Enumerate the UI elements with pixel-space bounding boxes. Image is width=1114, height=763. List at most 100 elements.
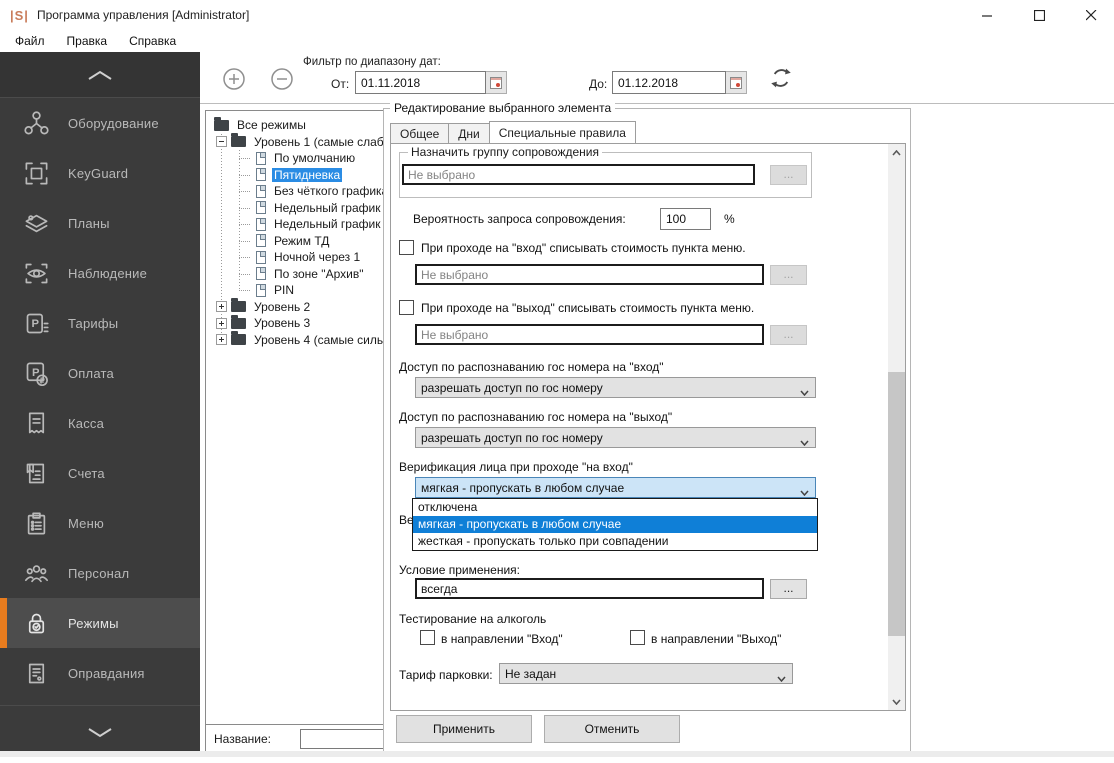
face-in-label: Верификация лица при проходе "на вход" (399, 460, 633, 474)
selected-accent-bar (0, 598, 7, 648)
menu-help[interactable]: Справка (122, 32, 183, 50)
document-icon (22, 659, 50, 687)
sidebar-item-surveillance[interactable]: Наблюдение (0, 248, 200, 298)
condition-input[interactable] (415, 578, 764, 599)
face-in-select[interactable]: мягкая - пропускать в любом случае (415, 477, 816, 498)
date-filter-label: Фильтр по диапазону дат: (303, 56, 441, 68)
entry-menu-checkbox[interactable] (399, 240, 414, 255)
sidebar-item-invoices[interactable]: Счета (0, 448, 200, 498)
sidebar-item-label: Наблюдение (68, 265, 148, 281)
menu-file[interactable]: Файл (8, 32, 52, 50)
folder-icon (231, 298, 246, 313)
sidebar-item-menu[interactable]: Меню (0, 498, 200, 548)
sidebar-scroll-down[interactable] (0, 705, 200, 757)
parking-label: Тариф парковки: (399, 668, 493, 682)
sidebar-item-label: KeyGuard (68, 165, 129, 181)
zoom-out-button[interactable] (270, 67, 294, 91)
date-from-label: От: (331, 77, 350, 91)
sidebar-item-plans[interactable]: Планы (0, 198, 200, 248)
sidebar-item-cashdesk[interactable]: Касса (0, 398, 200, 448)
exit-menu-more-button[interactable]: ... (770, 325, 807, 345)
sidebar: Оборудование KeyGuard Планы Наблюдение P… (0, 52, 200, 757)
folder-icon (231, 133, 246, 148)
probability-input[interactable] (660, 208, 711, 230)
sidebar-item-excuses[interactable]: Оправдания (0, 648, 200, 698)
page-icon (256, 267, 266, 281)
exit-menu-input[interactable] (415, 324, 764, 345)
sidebar-item-tariffs[interactable]: P Тарифы (0, 298, 200, 348)
exit-menu-checkbox[interactable] (399, 300, 414, 315)
date-to-input[interactable] (612, 71, 726, 94)
escort-group-more-button[interactable]: ... (770, 165, 807, 185)
collapse-icon[interactable] (216, 136, 227, 148)
sidebar-item-keyguard[interactable]: KeyGuard (0, 148, 200, 198)
parking-select[interactable]: Не задан (499, 663, 793, 684)
refresh-icon (771, 68, 791, 88)
date-to-calendar-button[interactable] (726, 71, 747, 94)
entry-menu-input[interactable] (415, 264, 764, 285)
date-from-input[interactable] (355, 71, 486, 94)
close-button[interactable] (1080, 4, 1102, 26)
minimize-button[interactable] (976, 4, 998, 26)
entry-menu-more-button[interactable]: ... (770, 265, 807, 285)
condition-label: Условие применения: (399, 563, 520, 577)
scroll-down-arrow[interactable] (888, 693, 905, 710)
page-icon (256, 184, 266, 198)
editor-panel: Редактирование выбранного элемента Общее… (383, 101, 911, 754)
sidebar-item-label: Режимы (68, 615, 119, 631)
maximize-button[interactable] (1028, 4, 1050, 26)
plate-out-select[interactable]: разрешать доступ по гос номеру (415, 427, 816, 448)
sidebar-scroll-up[interactable] (0, 52, 200, 98)
sidebar-item-staff[interactable]: Персонал (0, 548, 200, 598)
sidebar-item-label: Планы (68, 215, 110, 231)
page-icon (256, 168, 266, 182)
calendar-icon (730, 76, 742, 89)
plate-in-select[interactable]: разрешать доступ по гос номеру (415, 377, 816, 398)
page-icon (256, 234, 266, 248)
expand-icon[interactable] (216, 301, 227, 313)
alcohol-in-checkbox[interactable] (420, 630, 435, 645)
sidebar-item-label: Оправдания (68, 665, 145, 681)
minus-circle-icon (271, 68, 293, 90)
alcohol-in-label: в направлении "Вход" (441, 632, 563, 646)
apply-button[interactable]: Применить (396, 715, 532, 743)
sidebar-item-label: Персонал (68, 565, 130, 581)
tariff-icon: P (22, 309, 50, 337)
date-from-calendar-button[interactable] (486, 71, 507, 94)
sidebar-item-label: Касса (68, 415, 105, 431)
zoom-in-button[interactable] (222, 67, 246, 91)
dropdown-option[interactable]: отключена (413, 499, 817, 516)
tab-special-rules[interactable]: Специальные правила (488, 121, 636, 143)
sidebar-item-label: Тарифы (68, 315, 119, 331)
escort-group-input[interactable] (402, 164, 755, 185)
exit-menu-label: При проходе на "выход" списывать стоимос… (421, 301, 755, 315)
tab-general[interactable]: Общее (390, 123, 450, 143)
refresh-button[interactable] (768, 65, 794, 91)
alcohol-out-label: в направлении "Выход" (651, 632, 782, 646)
expand-icon[interactable] (216, 317, 227, 329)
alcohol-out-checkbox[interactable] (630, 630, 645, 645)
menu-edit[interactable]: Правка (60, 32, 115, 50)
folder-icon (231, 331, 246, 346)
sidebar-item-label: Счета (68, 465, 105, 481)
tab-days[interactable]: Дни (448, 123, 490, 143)
sidebar-item-equipment[interactable]: Оборудование (0, 98, 200, 148)
eye-icon (22, 259, 50, 287)
scroll-up-arrow[interactable] (888, 144, 905, 161)
scrollbar-thumb[interactable] (888, 372, 905, 636)
invoice-icon (22, 459, 50, 487)
condition-more-button[interactable]: ... (770, 579, 807, 599)
dropdown-option-selected[interactable]: мягкая - пропускать в любом случае (413, 516, 817, 533)
editor-legend: Редактирование выбранного элемента (390, 101, 616, 115)
cancel-button[interactable]: Отменить (544, 715, 680, 743)
sidebar-item-modes[interactable]: Режимы (0, 598, 200, 648)
dropdown-option[interactable]: жесткая - пропускать только при совпаден… (413, 533, 817, 550)
editor-tabs: Общее Дни Специальные правила (390, 121, 636, 143)
sidebar-item-label: Оборудование (68, 115, 159, 131)
payment-icon: P ₽ (22, 359, 50, 387)
sidebar-item-payment[interactable]: P ₽ Оплата (0, 348, 200, 398)
chevron-down-icon (800, 435, 809, 449)
chevron-down-icon (800, 485, 809, 499)
expand-icon[interactable] (216, 334, 227, 346)
form-scrollbar[interactable] (888, 144, 905, 710)
